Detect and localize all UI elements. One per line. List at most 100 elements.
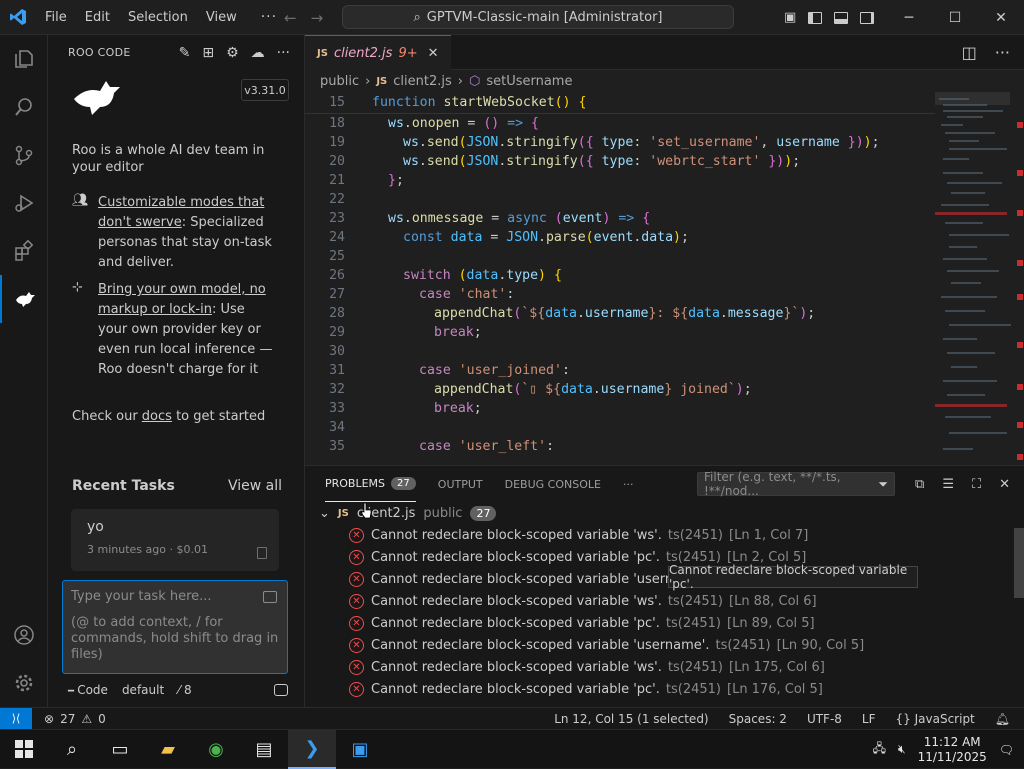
volume-muted-icon[interactable]: 🔇︎: [898, 742, 906, 757]
menu-file[interactable]: File: [36, 0, 76, 35]
app-window-icon[interactable]: ▣: [336, 730, 384, 769]
maximize-panel-icon[interactable]: ⛶: [972, 477, 981, 492]
language-mode[interactable]: {} JavaScript: [896, 712, 975, 726]
task-view-icon[interactable]: ▭: [96, 730, 144, 769]
customize-layout-icon[interactable]: ▣: [784, 10, 796, 25]
filter-funnel-icon[interactable]: ⏷: [878, 477, 888, 492]
start-button[interactable]: [0, 730, 48, 769]
add-image-icon[interactable]: [263, 591, 277, 603]
breadcrumb-folder[interactable]: public: [320, 74, 359, 89]
menu-edit[interactable]: Edit: [76, 0, 119, 35]
copy-icon[interactable]: [257, 547, 267, 559]
cursor-position[interactable]: Ln 12, Col 15 (1 selected): [554, 712, 708, 726]
problem-row[interactable]: ✕ Cannot redeclare block-scoped variable …: [305, 612, 1024, 634]
task-input-box[interactable]: (@ to add context, / for commands, hold …: [62, 580, 288, 674]
manage-gear-icon[interactable]: [0, 659, 48, 707]
panel-scrollbar-thumb[interactable]: [1014, 528, 1024, 598]
close-window-icon[interactable]: ✕: [978, 0, 1024, 35]
menu-selection[interactable]: Selection: [119, 0, 197, 35]
minimap[interactable]: [935, 92, 1011, 465]
mode-selector[interactable]: ━ Code: [68, 683, 108, 697]
problem-row[interactable]: ✕ Cannot redeclare block-scoped variable …: [305, 524, 1024, 546]
breadcrumb-symbol[interactable]: setUsername: [486, 74, 572, 89]
toggle-secondary-sidebar-icon[interactable]: [860, 11, 875, 24]
tab-problems[interactable]: PROBLEMS 27: [325, 466, 416, 502]
toggle-panel-icon[interactable]: [834, 11, 849, 24]
tab-filename: client2.js: [333, 45, 393, 61]
notification-center-icon[interactable]: 🗨︎: [999, 743, 1014, 757]
encoding[interactable]: UTF-8: [807, 712, 842, 726]
taskbar-search-icon[interactable]: ⌕: [48, 730, 96, 769]
menu-more-icon[interactable]: ···: [252, 0, 286, 35]
problem-row[interactable]: ✕ Cannot redeclare block-scoped variable …: [305, 678, 1024, 700]
problem-group-header[interactable]: ⌄ JS client2.js public 27: [305, 502, 1024, 524]
tab-debug-console[interactable]: DEBUG CONSOLE: [505, 466, 601, 502]
marketplace-icon[interactable]: ⊞: [202, 45, 214, 61]
toggle-primary-sidebar-icon[interactable]: [808, 11, 823, 24]
settings-gear-icon[interactable]: ⚙: [226, 45, 239, 61]
split-editor-icon[interactable]: ◫: [962, 43, 977, 62]
accounts-icon[interactable]: [0, 611, 48, 659]
remote-indicator-icon[interactable]: ⟩⟨: [0, 707, 32, 730]
extensions-icon[interactable]: [0, 227, 48, 275]
minimize-icon[interactable]: ─: [886, 0, 932, 35]
chrome-icon[interactable]: ◉: [192, 730, 240, 769]
problem-row[interactable]: ✕ Cannot redeclare block-scoped variable …: [305, 590, 1024, 612]
profile-selector[interactable]: default: [122, 683, 164, 697]
problems-filter-input[interactable]: Filter (e.g. text, **/*.ts, !**/nod... ⏷: [697, 470, 895, 498]
close-panel-icon[interactable]: ✕: [999, 477, 1010, 492]
tab-client2-js[interactable]: JS client2.js 9+ ✕: [305, 35, 451, 70]
docs-link[interactable]: docs: [142, 409, 172, 424]
editor-scrollbar[interactable]: [1015, 92, 1024, 465]
code-line: 15 function startWebSocket() {: [305, 92, 935, 114]
maximize-icon[interactable]: ☐: [932, 0, 978, 35]
explorer-icon[interactable]: [0, 35, 48, 83]
code-line: 23 ws.onmessage = async (event) => {: [305, 209, 935, 228]
breadcrumb-file[interactable]: client2.js: [393, 74, 452, 89]
docs-prefix: Check our: [72, 409, 142, 424]
mcp-count[interactable]: ⁄ 8: [178, 683, 191, 697]
editor-area: JS client2.js 9+ ✕ ◫ ··· public › JS cli…: [305, 35, 1024, 465]
problem-message: Cannot redeclare block-scoped variable '…: [371, 659, 662, 675]
forward-arrow-icon[interactable]: →: [311, 9, 324, 27]
more-actions-icon[interactable]: ···: [277, 45, 290, 61]
vscode-taskbar-icon[interactable]: ❯: [288, 729, 336, 769]
menu-bar: File Edit Selection View ···: [36, 0, 286, 35]
warning-icon: ⚠: [81, 711, 93, 726]
search-sidebar-icon[interactable]: [0, 83, 48, 131]
menu-view[interactable]: View: [197, 0, 246, 35]
cloud-icon[interactable]: ☁: [251, 45, 265, 61]
indentation[interactable]: Spaces: 2: [729, 712, 787, 726]
problem-row[interactable]: ✕ Cannot redeclare block-scoped variable …: [305, 656, 1024, 678]
code-view[interactable]: 15 function startWebSocket() { 18 ws.onope…: [305, 92, 935, 465]
roo-code-icon[interactable]: [0, 275, 48, 323]
line-number: 15: [329, 95, 345, 110]
back-arrow-icon[interactable]: ←: [284, 9, 297, 27]
collapse-all-icon[interactable]: ⧉: [915, 477, 924, 492]
view-all-link[interactable]: View all: [228, 478, 282, 494]
tab-output[interactable]: OUTPUT: [438, 466, 483, 502]
network-icon[interactable]: 🖧︎: [873, 739, 886, 760]
run-debug-icon[interactable]: [0, 179, 48, 227]
history-stack-icon[interactable]: [274, 684, 288, 696]
editor-more-icon[interactable]: ···: [995, 43, 1010, 62]
code-line: 27 case 'chat':: [305, 285, 935, 304]
notifications-bell-icon[interactable]: 🔔︎: [995, 712, 1010, 726]
recent-task-item[interactable]: yo 3 minutes ago · $0.01: [71, 509, 279, 571]
problem-row[interactable]: ✕ Cannot redeclare block-scoped variable …: [305, 634, 1024, 656]
new-task-pencil-icon[interactable]: ✎: [179, 45, 191, 61]
file-explorer-icon[interactable]: ▰: [144, 730, 192, 769]
close-tab-icon[interactable]: ✕: [428, 46, 439, 61]
terminal-icon[interactable]: ▤: [240, 730, 288, 769]
code-line: 34: [305, 418, 935, 437]
command-center-search[interactable]: ⌕ GPTVM-Classic-main [Administrator]: [342, 5, 734, 29]
view-as-tree-icon[interactable]: ☰: [942, 477, 954, 492]
problem-message: Cannot redeclare block-scoped variable '…: [371, 593, 662, 609]
panel-more-icon[interactable]: ···: [623, 466, 634, 502]
source-control-icon[interactable]: [0, 131, 48, 179]
clock[interactable]: 11:12 AM 11/11/2025: [918, 735, 987, 765]
status-problems[interactable]: ⊗ 27 ⚠ 0: [44, 712, 106, 726]
line-number: 33: [329, 401, 345, 416]
task-input[interactable]: [71, 589, 251, 604]
end-of-line[interactable]: LF: [862, 712, 876, 726]
